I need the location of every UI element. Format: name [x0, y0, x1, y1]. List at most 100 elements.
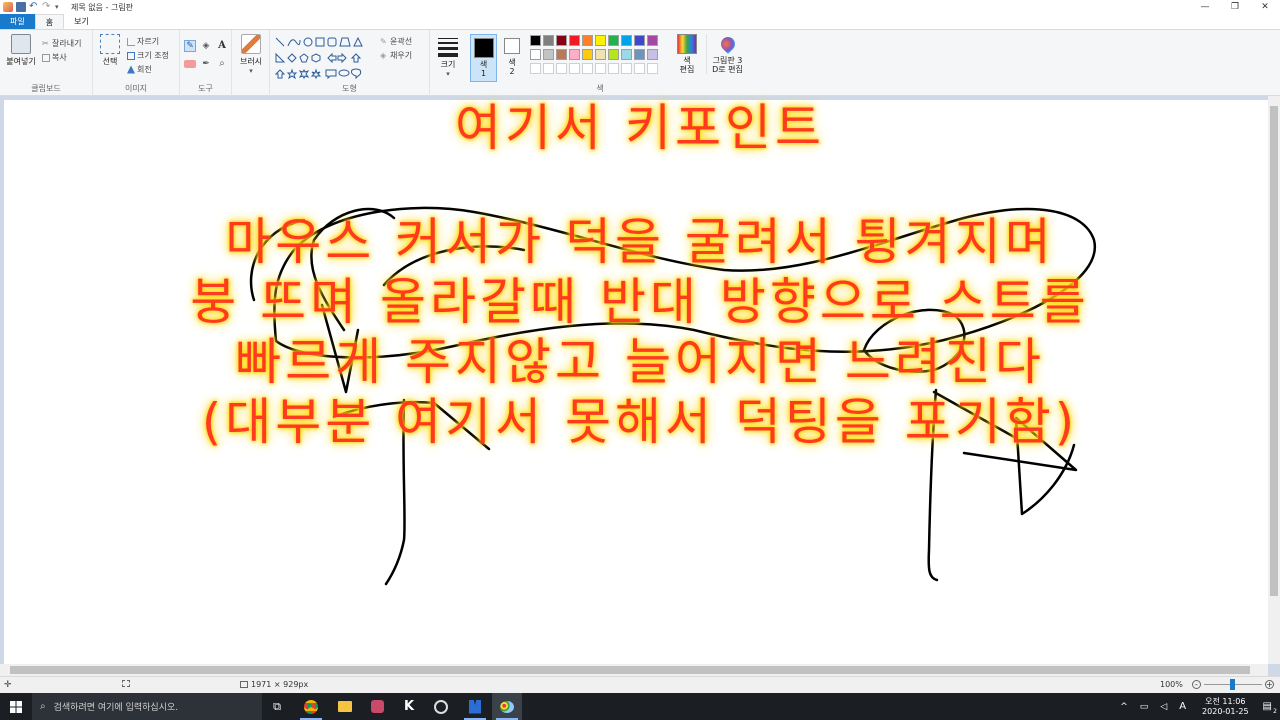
color-picker-icon[interactable]: ✒: [200, 58, 212, 70]
input-method-icon[interactable]: A: [1179, 701, 1186, 712]
resize-button[interactable]: 크기 조정: [127, 50, 169, 61]
color-swatch[interactable]: [608, 63, 619, 74]
color-swatch[interactable]: [647, 63, 658, 74]
color-swatch[interactable]: [634, 49, 645, 60]
tab-view[interactable]: 보기: [64, 14, 99, 29]
tray-chevron-icon[interactable]: ^: [1120, 702, 1128, 712]
fill-icon[interactable]: ◈: [200, 40, 212, 52]
pencil-icon[interactable]: ✎: [184, 40, 196, 52]
drawing-canvas[interactable]: 여기서 키포인트 마우스 커서가 덕을 굴려서 튕겨지며 붕 뜨며 올라갈때 반…: [4, 99, 1268, 664]
cut-button[interactable]: ✂ 잘라내기: [42, 38, 81, 49]
outline-button[interactable]: ✎ 윤곽선: [380, 36, 412, 47]
tab-file[interactable]: 파일: [0, 14, 35, 29]
brushes-button[interactable]: 브러시 ▾: [235, 34, 267, 75]
fill-button[interactable]: ◈ 채우기: [380, 50, 412, 61]
copy-button[interactable]: 복사: [42, 52, 67, 63]
edit-colors-label: 색 편집: [679, 56, 695, 74]
color-swatch[interactable]: [569, 35, 580, 46]
file-explorer-icon[interactable]: [330, 693, 360, 720]
color-swatch[interactable]: [530, 35, 541, 46]
select-button[interactable]: 선택: [97, 34, 123, 67]
image-group: 선택 자르기 크기 조정 회전 이미지: [93, 30, 180, 96]
status-bar: ✛ 1971 × 929px 100% - +: [0, 676, 1280, 693]
edit-with-paint3d-button[interactable]: 그림판 3 D로 편집: [706, 34, 746, 74]
network-icon[interactable]: ▭: [1140, 702, 1149, 712]
color1-button[interactable]: 색 1: [470, 34, 497, 82]
color-swatch[interactable]: [582, 49, 593, 60]
paste-button[interactable]: 붙여넣기: [4, 34, 38, 67]
eraser-icon[interactable]: [184, 60, 196, 68]
color-swatch[interactable]: [595, 49, 606, 60]
game-app-icon[interactable]: K: [394, 693, 424, 720]
paint-taskbar-icon[interactable]: [492, 693, 522, 720]
crop-button[interactable]: 자르기: [127, 36, 159, 47]
maximize-button[interactable]: ❐: [1220, 0, 1250, 14]
editor-app-icon[interactable]: [460, 693, 490, 720]
color-swatch[interactable]: [556, 49, 567, 60]
task-view-icon[interactable]: ⧉: [262, 693, 292, 720]
chrome-icon[interactable]: [296, 693, 326, 720]
text-icon[interactable]: A: [216, 40, 228, 52]
brush-icon: [241, 34, 261, 54]
customize-toolbar-icon[interactable]: ▾: [55, 2, 65, 12]
shapes-gallery[interactable]: [274, 36, 374, 80]
save-icon[interactable]: [16, 2, 26, 12]
redo-icon[interactable]: ↷: [42, 2, 52, 12]
color-swatch[interactable]: [569, 63, 580, 74]
cursor-position: ✛: [4, 680, 12, 690]
edit-colors-button[interactable]: 색 편집: [674, 34, 700, 74]
color-swatch[interactable]: [530, 49, 541, 60]
color-swatch[interactable]: [556, 35, 567, 46]
undo-icon[interactable]: ↶: [29, 2, 39, 12]
tab-home[interactable]: 홈: [34, 14, 65, 29]
obs-icon[interactable]: [426, 693, 456, 720]
color-swatch[interactable]: [608, 49, 619, 60]
color-swatch[interactable]: [543, 49, 554, 60]
paint-app-icon: [3, 2, 13, 12]
color-swatch[interactable]: [647, 35, 658, 46]
size-button[interactable]: 크기 ▾: [434, 34, 462, 78]
horizontal-scrollbar[interactable]: [0, 664, 1268, 676]
clock-date: 2020-01-25: [1202, 706, 1249, 716]
start-button[interactable]: [0, 693, 32, 720]
volume-icon[interactable]: ◁: [1160, 702, 1167, 712]
minimize-button[interactable]: —: [1190, 0, 1220, 14]
color-swatch[interactable]: [621, 35, 632, 46]
color-swatch[interactable]: [569, 49, 580, 60]
zoom-slider-thumb[interactable]: [1229, 679, 1235, 690]
store-app-icon[interactable]: [362, 693, 392, 720]
taskbar-search[interactable]: ⌕ 검색하려면 여기에 입력하십시오.: [32, 693, 262, 720]
notification-center-icon[interactable]: ▤ 2: [1263, 701, 1277, 715]
color-swatch[interactable]: [647, 49, 658, 60]
ribbon-tabs: 파일 홈 보기: [0, 14, 1280, 30]
color-swatch[interactable]: [543, 35, 554, 46]
title-bar: ↶ ↷ ▾ 제목 없음 - 그림판 — ❐ ✕: [0, 0, 1280, 14]
color-swatch[interactable]: [634, 63, 645, 74]
color-swatch[interactable]: [530, 63, 541, 74]
color2-button[interactable]: 색 2: [500, 34, 524, 76]
color-swatch[interactable]: [556, 63, 567, 74]
color-swatch[interactable]: [595, 63, 606, 74]
zoom-in-button[interactable]: +: [1264, 680, 1274, 689]
color-swatch[interactable]: [582, 35, 593, 46]
overlay-line-4: (대부분 여기서 못해서 덕팅을 포기함): [201, 393, 1079, 451]
magnifier-icon[interactable]: ⌕: [216, 58, 228, 70]
vertical-scrollbar[interactable]: [1268, 96, 1280, 664]
color-swatch[interactable]: [608, 35, 619, 46]
system-tray: ^ ▭ ◁ A 오전 11:06 2020-01-25 ▤ 2: [1114, 693, 1280, 720]
zoom-out-button[interactable]: -: [1191, 680, 1201, 689]
color-swatch[interactable]: [582, 63, 593, 74]
size-label: 크기: [440, 60, 456, 69]
zoom-slider[interactable]: [1203, 679, 1262, 690]
color-swatch[interactable]: [621, 49, 632, 60]
color-swatch[interactable]: [595, 35, 606, 46]
horizontal-scroll-thumb[interactable]: [10, 666, 1250, 674]
color-swatch[interactable]: [621, 63, 632, 74]
vertical-scroll-thumb[interactable]: [1270, 106, 1278, 596]
color-swatch[interactable]: [543, 63, 554, 74]
color-swatch[interactable]: [634, 35, 645, 46]
clock[interactable]: 오전 11:06 2020-01-25: [1202, 697, 1249, 717]
close-button[interactable]: ✕: [1250, 0, 1280, 14]
zoom-level: 100%: [1160, 680, 1183, 689]
rotate-button[interactable]: 회전: [127, 64, 152, 75]
